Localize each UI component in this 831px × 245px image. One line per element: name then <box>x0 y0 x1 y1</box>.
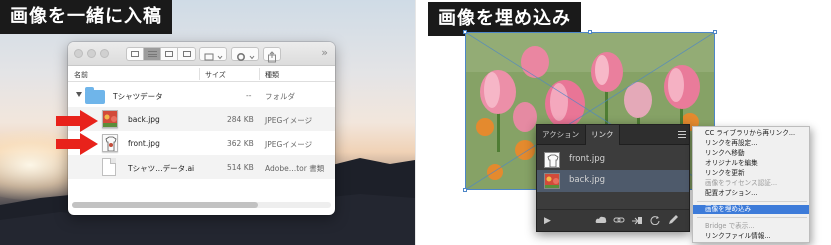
resize-handle[interactable] <box>463 30 467 34</box>
jpg-thumbnail-icon <box>102 110 118 128</box>
menu-relink-cc-library[interactable]: CC ライブラリから再リンク... <box>693 129 809 138</box>
resize-handle[interactable] <box>588 30 592 34</box>
action-menu-button[interactable] <box>231 47 259 62</box>
list-view-icon <box>147 51 157 57</box>
resize-handle[interactable] <box>713 30 717 34</box>
disclosure-triangle-icon[interactable] <box>76 92 82 97</box>
file-name: front.jpg <box>128 139 160 148</box>
column-view-button[interactable] <box>161 48 178 60</box>
grid-view-icon <box>131 51 139 57</box>
finder-row-back-jpg[interactable]: back.jpg 284 KB JPEGイメージ <box>68 107 335 131</box>
file-size: 362 KB <box>227 139 254 148</box>
red-arrow-icon <box>56 133 98 155</box>
panel-menu-icon[interactable] <box>678 131 686 138</box>
panel-title-left: 画像を一緒に入稿 <box>0 0 172 34</box>
close-window-button[interactable] <box>74 49 83 58</box>
file-size: 284 KB <box>227 115 254 124</box>
column-view-icon <box>165 51 173 57</box>
link-name: front.jpg <box>569 154 606 164</box>
gallery-view-icon <box>182 51 191 57</box>
links-panel-footer: ▶ <box>537 209 689 231</box>
finder-row-folder[interactable]: Tシャツデータ -- フォルダ <box>68 83 335 107</box>
red-arrow-icon <box>56 110 98 132</box>
menu-placement-options[interactable]: 配置オプション... <box>693 189 809 198</box>
cc-library-relink-icon[interactable] <box>595 215 607 225</box>
toolbar-overflow-icon[interactable]: » <box>321 46 328 59</box>
menu-edit-original[interactable]: オリジナルを編集 <box>693 159 809 168</box>
go-to-link-icon[interactable] <box>631 215 643 225</box>
jpg-thumbnail-icon <box>102 134 118 152</box>
finder-row-ai-file[interactable]: Tシャツ…データ.ai 514 KB Adobe…tor 書類 <box>68 155 335 179</box>
file-name: Tシャツデータ <box>113 92 163 101</box>
column-kind[interactable]: 種類 <box>265 70 279 80</box>
link-thumbnail-icon <box>544 173 560 189</box>
finder-toolbar: » <box>68 42 335 66</box>
finder-column-header: 名前 サイズ 種類 <box>68 66 335 82</box>
file-size: -- <box>246 91 252 100</box>
tab-links[interactable]: リンク <box>585 125 620 145</box>
gallery-view-button[interactable] <box>178 48 195 60</box>
file-kind: フォルダ <box>265 92 295 101</box>
column-name[interactable]: 名前 <box>74 70 88 80</box>
ai-document-icon <box>102 158 116 176</box>
menu-license-image: 画像をライセンス認証... <box>705 179 778 187</box>
gear-icon <box>237 52 255 62</box>
menu-relink[interactable]: リンクを再設定... <box>693 139 809 148</box>
scrollbar-thumb[interactable] <box>72 202 258 208</box>
finder-row-front-jpg[interactable]: front.jpg 362 KB JPEGイメージ <box>68 131 335 155</box>
links-context-menu: CC ライブラリから再リンク... リンクを再設定... リンクへ移動 オリジナ… <box>692 126 810 243</box>
menu-embed-image[interactable]: 画像を埋め込み <box>693 205 809 214</box>
left-panel: 画像を一緒に入稿 » 名前 サイズ 種類 Tシャツデータ -- フォルダ bac… <box>0 0 415 245</box>
link-row-front[interactable]: front.jpg <box>537 149 689 171</box>
zoom-window-button[interactable] <box>100 49 109 58</box>
file-kind: Adobe…tor 書類 <box>265 164 325 173</box>
menu-separator <box>697 217 807 218</box>
panel-title-right: 画像を埋め込み <box>428 2 581 36</box>
relink-icon[interactable] <box>613 215 625 225</box>
group-grid-icon <box>204 53 223 61</box>
link-name: back.jpg <box>569 175 606 185</box>
view-mode-segmented[interactable] <box>126 47 196 61</box>
icon-view-button[interactable] <box>127 48 144 60</box>
menu-link-file-info[interactable]: リンクファイル情報... <box>693 232 809 241</box>
share-icon <box>268 51 276 63</box>
minimize-window-button[interactable] <box>87 49 96 58</box>
column-size[interactable]: サイズ <box>205 70 226 80</box>
show-info-triangle-icon[interactable]: ▶ <box>544 216 551 226</box>
tab-actions[interactable]: アクション <box>537 125 584 145</box>
folder-icon <box>85 87 105 104</box>
menu-separator <box>697 201 807 202</box>
link-thumbnail-icon <box>544 152 560 168</box>
menu-update-link[interactable]: リンクを更新 <box>693 169 809 178</box>
horizontal-scrollbar[interactable] <box>72 202 331 208</box>
share-button[interactable] <box>263 47 281 63</box>
menu-reveal-in-bridge: Bridge で表示... <box>705 222 755 230</box>
links-panel-tabs: アクション リンク <box>537 125 689 145</box>
menu-go-to-link[interactable]: リンクへ移動 <box>693 149 809 158</box>
list-view-button[interactable] <box>144 48 161 60</box>
file-kind: JPEGイメージ <box>265 116 313 125</box>
link-row-back[interactable]: back.jpg <box>537 170 689 192</box>
file-size: 514 KB <box>227 163 254 172</box>
file-name: back.jpg <box>128 115 160 124</box>
file-kind: JPEGイメージ <box>265 140 313 149</box>
links-panel: アクション リンク front.jpg back.jpg ▶ <box>536 124 690 232</box>
edit-original-icon[interactable] <box>667 215 679 225</box>
file-name: Tシャツ…データ.ai <box>128 164 195 173</box>
resize-handle[interactable] <box>463 188 467 192</box>
update-link-icon[interactable] <box>649 215 661 225</box>
group-by-button[interactable] <box>199 47 227 61</box>
finder-window: » 名前 サイズ 種類 Tシャツデータ -- フォルダ back.jpg 284… <box>68 42 335 215</box>
